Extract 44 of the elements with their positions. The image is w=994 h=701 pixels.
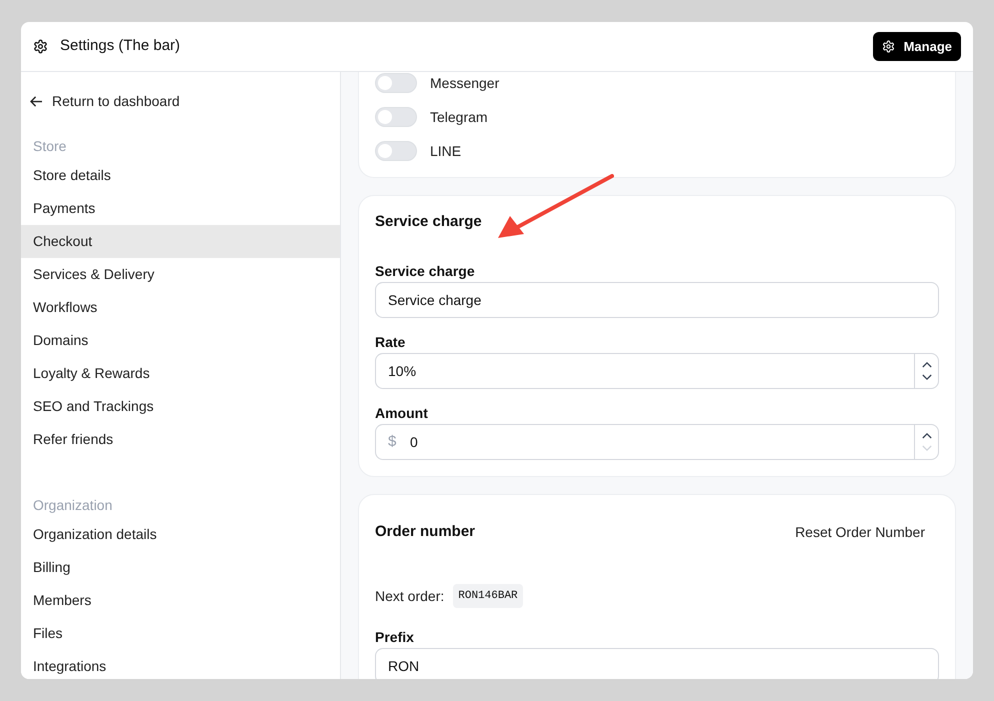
sidebar-item[interactable]: Members bbox=[21, 584, 340, 617]
chevron-up-icon[interactable] bbox=[922, 361, 932, 368]
currency-prefix: $ bbox=[388, 432, 396, 452]
section-heading: Store bbox=[32, 137, 68, 155]
window-title: Settings (The bar) bbox=[60, 36, 180, 56]
sidebar-item[interactable]: Workflows bbox=[21, 291, 340, 324]
toggle-switch[interactable] bbox=[375, 107, 417, 127]
toggle-switch[interactable] bbox=[375, 141, 417, 161]
back-link[interactable]: Return to dashboard bbox=[30, 91, 340, 112]
settings-icon bbox=[882, 40, 895, 53]
channel-label: Telegram bbox=[430, 108, 488, 127]
text-field[interactable]: RON bbox=[375, 648, 939, 679]
channel-label: Messenger bbox=[430, 74, 500, 93]
field-label: Amount bbox=[375, 404, 429, 422]
sidebar-item[interactable]: Integrations bbox=[21, 650, 340, 679]
sidebar-item[interactable]: Files bbox=[21, 617, 340, 650]
text-field[interactable]: Service charge bbox=[375, 282, 939, 318]
number-field[interactable]: 10% bbox=[375, 353, 939, 389]
card-title: Service charge bbox=[375, 212, 483, 232]
field-label: Prefix bbox=[375, 628, 415, 646]
chevron-down-icon[interactable] bbox=[922, 374, 932, 381]
section-heading: Organization bbox=[32, 496, 114, 514]
field-label: Rate bbox=[375, 333, 406, 351]
sidebar-item[interactable]: Payments bbox=[21, 192, 340, 225]
reset-order-number-button[interactable]: Reset Order Number bbox=[795, 522, 925, 542]
order-code: RON146BAR bbox=[453, 584, 523, 608]
sidebar-item[interactable]: Refer friends bbox=[21, 423, 340, 456]
chevron-up-icon[interactable] bbox=[922, 432, 932, 439]
next-order-label: Next order: bbox=[375, 586, 444, 606]
settings-icon bbox=[33, 39, 48, 54]
toggle-switch[interactable] bbox=[375, 73, 417, 93]
card-title: Order number bbox=[375, 522, 476, 542]
sidebar-item[interactable]: Services & Delivery bbox=[21, 258, 340, 291]
sidebar-item[interactable]: Checkout bbox=[21, 225, 340, 258]
sidebar-item[interactable]: Loyalty & Rewards bbox=[21, 357, 340, 390]
sidebar-item[interactable]: SEO and Trackings bbox=[21, 390, 340, 423]
manage-button[interactable]: Manage bbox=[872, 32, 961, 61]
sidebar-item[interactable]: Store details bbox=[21, 159, 340, 192]
field-label: Service charge bbox=[375, 262, 476, 280]
sidebar-item[interactable]: Billing bbox=[21, 551, 340, 584]
sidebar-item[interactable]: Organization details bbox=[21, 518, 340, 551]
arrow-left-icon bbox=[30, 96, 43, 107]
sidebar-item[interactable]: Domains bbox=[21, 324, 340, 357]
channel-label: LINE bbox=[430, 142, 462, 161]
